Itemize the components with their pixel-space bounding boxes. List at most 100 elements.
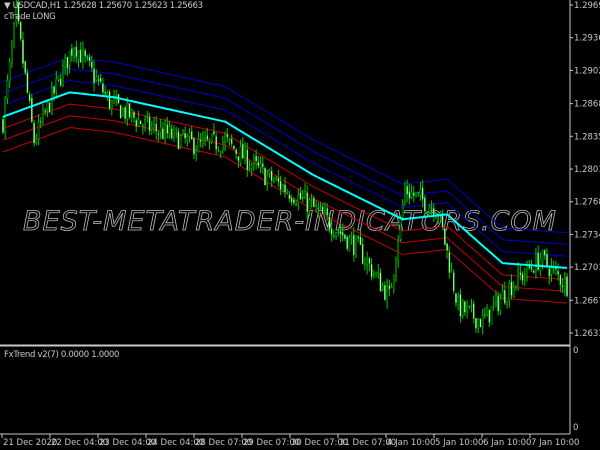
candle-body [357,236,360,239]
candle-body [62,65,64,86]
candle-body [279,180,282,190]
candle-body [19,22,22,40]
candle-body [397,241,400,262]
candle-body [153,123,155,126]
candle-body [426,211,428,213]
candle-body [224,136,226,144]
candle-body [428,206,431,214]
candle-body [166,124,169,134]
candle-body [390,286,393,289]
candle-body [148,116,151,131]
candle-body [79,49,82,63]
candle-body [86,56,89,58]
time-tick-label: 5 Jan 10:00 [435,438,483,448]
candle-body [517,269,519,289]
candle-body [204,137,206,140]
candle-body [328,216,331,230]
candle-body [261,163,264,167]
candle-body [317,207,320,210]
candle-body [430,207,433,209]
candle-body [546,253,548,267]
candle-body [55,78,58,92]
candle-body [321,206,324,215]
candle-body [337,231,340,233]
candle-body [483,314,486,316]
candle-body [497,295,500,312]
candle-body [93,68,95,84]
candle-body [97,79,100,81]
candle-body [241,143,244,159]
candle-body [559,274,562,286]
candle-body [28,94,31,101]
candle-body [490,306,493,325]
candle-body [366,259,369,266]
candle-body [193,138,195,155]
candle-body [2,118,4,133]
candle-body [155,123,158,132]
candle-body [135,119,138,127]
candle-body [297,194,300,204]
candle-body [99,77,102,82]
candle-body [488,309,491,323]
lower-band-2 [2,115,568,292]
price-tick-label: 1.29360 [574,34,600,44]
candle-body [415,192,417,196]
price-tick-label: 1.26335 [574,329,600,339]
candle-body [281,185,284,192]
candle-body [208,139,211,142]
candle-body [59,78,62,86]
time-tick-label: 6 Jan 10:00 [483,438,531,448]
candle-body [308,199,311,212]
watermark: BEST-METATRADER-INDICATORS.COM [23,206,557,237]
candle-body [352,234,355,256]
candle-body [344,234,346,239]
candle-body [306,192,309,212]
price-tick-label: 1.27345 [574,230,600,240]
candle-body [275,178,277,180]
candle-body [470,304,473,307]
candle-body [233,145,235,150]
candle-body [31,97,33,123]
candle-body [268,170,271,174]
candles [2,0,568,335]
candle-body [195,150,198,156]
candle-body [284,184,286,193]
candle-body [530,267,533,270]
candle-body [339,231,342,235]
candle-body [319,206,322,209]
candle-body [24,60,27,74]
candle-body [532,270,535,274]
candle-body [162,128,164,140]
candle-body [53,86,55,94]
candle-body [277,177,280,182]
candle-body [237,156,240,161]
candle-body [13,22,15,45]
candle-body [399,216,402,240]
candle-body [139,120,142,125]
candle-body [412,192,415,196]
candle-body [168,126,171,135]
candle-body [446,243,448,251]
candle-body [523,274,526,278]
chart-window[interactable]: 1.29695 1.29360 1.29025 1.28685 1.28350 1.280… [0,0,600,450]
candle-body [6,80,9,99]
candle-body [492,303,495,305]
candle-body [57,75,60,81]
candle-body [11,45,13,65]
candle-body [359,236,362,246]
candle-body [46,102,49,111]
candle-body [521,274,524,281]
chart-canvas[interactable]: 1.29695 1.29360 1.29025 1.28685 1.28350 1.280… [0,0,600,450]
candle-body [406,185,408,195]
candle-body [177,131,180,150]
candle-body [221,142,224,150]
time-tick-label: 21 Dec 2020 [3,438,57,448]
candle-body [408,191,411,199]
candle-body [361,243,364,265]
candle-body [68,51,71,66]
candle-body [142,125,144,127]
candle-body [217,149,220,152]
candle-body [468,305,471,308]
candle-body [419,189,422,196]
candle-body [333,235,335,237]
